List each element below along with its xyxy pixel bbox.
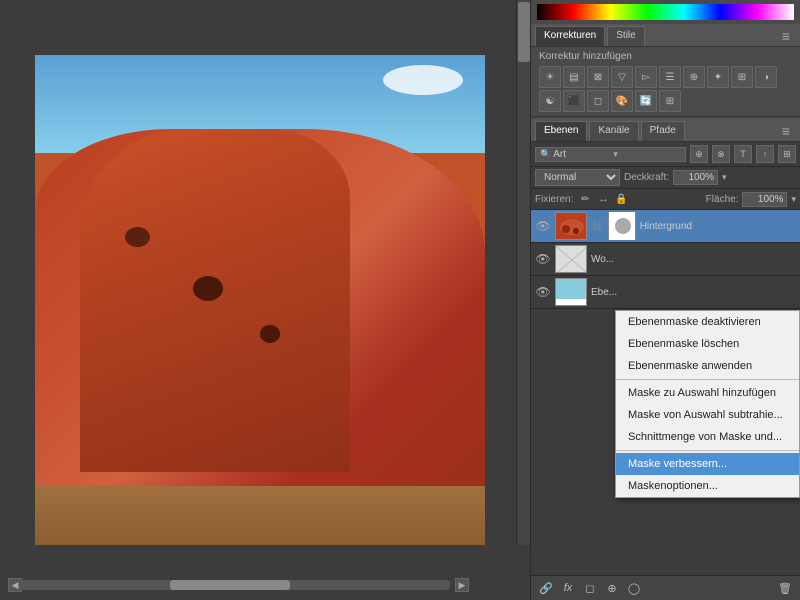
flache-arrow-icon[interactable]: ▾ xyxy=(791,194,796,205)
ctx-apply-mask[interactable]: Ebenenmaske anwenden xyxy=(616,355,799,377)
k-icon-photofilter[interactable]: ⊞ xyxy=(731,66,753,88)
rock-shadow-1 xyxy=(125,227,150,247)
toolbar-group[interactable]: ◯ xyxy=(625,579,643,597)
layer-ctrl-icon-3[interactable]: T xyxy=(734,145,752,163)
rock-detail xyxy=(80,129,350,472)
opacity-label: Deckkraft: xyxy=(624,172,669,183)
right-panel: Korrekturen Stile ≡ Korrektur hinzufügen… xyxy=(530,0,800,600)
layer-ctrl-icon-4[interactable]: ↑ xyxy=(756,145,774,163)
layer-thumb-2 xyxy=(555,245,587,273)
layer-search-box[interactable]: 🔍 ▾ xyxy=(535,147,686,162)
ctx-mask-options[interactable]: Maskenoptionen... xyxy=(616,475,799,497)
ctx-deactivate-mask[interactable]: Ebenenmaske deaktivieren xyxy=(616,311,799,333)
fix-icons: ✏ ↔ 🔒 xyxy=(577,191,629,207)
canvas-image xyxy=(35,55,485,545)
ctx-improve-mask[interactable]: Maske verbessern... xyxy=(616,453,799,475)
tab-pfade[interactable]: Pfade xyxy=(641,121,685,141)
tab-ebenen[interactable]: Ebenen xyxy=(535,121,587,141)
canvas-scrollbar[interactable] xyxy=(20,580,450,590)
flache-label: Fläche: xyxy=(706,194,739,205)
opacity-input[interactable] xyxy=(673,170,718,185)
layer-item-3[interactable]: 👁 Ebe... xyxy=(531,276,800,309)
ctx-delete-mask[interactable]: Ebenenmaske löschen xyxy=(616,333,799,355)
k-icon-posterize[interactable]: ◻ xyxy=(587,90,609,112)
k-icon-gradientmap[interactable]: 🔄 xyxy=(635,90,657,112)
toolbar-delete[interactable]: 🗑 xyxy=(776,579,794,597)
fix-icon-lock[interactable]: 🔒 xyxy=(613,191,629,207)
layer-mask-thumb-1[interactable] xyxy=(608,212,636,240)
layer-visibility-3[interactable]: 👁 xyxy=(535,284,551,300)
fix-label: Fixieren: xyxy=(535,194,573,205)
layer-thumb-3 xyxy=(555,278,587,306)
k-icon-invert[interactable]: ⬛ xyxy=(563,90,585,112)
k-icon-selectivecolor[interactable]: ⊞ xyxy=(659,90,681,112)
layer-item-2[interactable]: 👁 Wo... xyxy=(531,243,800,276)
ctx-subtract-selection[interactable]: Maske von Auswahl subtrahie... xyxy=(616,404,799,426)
fix-icon-pen[interactable]: ✏ xyxy=(577,191,593,207)
layer-panel-menu[interactable]: ≡ xyxy=(776,121,796,141)
layer-controls: 🔍 ▾ ⊕ ⊗ T ↑ ⊞ xyxy=(531,142,800,167)
k-icon-levels[interactable]: ▤ xyxy=(563,66,585,88)
search-icon: 🔍 xyxy=(540,149,551,160)
context-menu: Ebenenmaske deaktivieren Ebenenmaske lös… xyxy=(615,310,800,498)
fix-row: Fixieren: ✏ ↔ 🔒 Fläche: ▾ xyxy=(531,189,800,210)
dropdown-icon[interactable]: ▾ xyxy=(613,149,618,160)
toolbar-link[interactable]: 🔗 xyxy=(537,579,555,597)
layer-visibility-2[interactable]: 👁 xyxy=(535,251,551,267)
canvas-vscroll-thumb[interactable] xyxy=(518,2,530,62)
k-icon-curves[interactable]: ⊠ xyxy=(587,66,609,88)
tab-kanale[interactable]: Kanäle xyxy=(589,121,638,141)
top-tabs: Korrekturen Stile ≡ xyxy=(531,24,800,47)
layer-type-filter[interactable] xyxy=(553,149,613,160)
rock-shadow-2 xyxy=(193,276,223,301)
ctx-sep-2 xyxy=(616,450,799,451)
layer-chain-1: ⛓ xyxy=(591,221,604,232)
ground-layer xyxy=(35,486,485,545)
canvas-area: ◀ ▶ xyxy=(0,0,520,600)
panel-menu-button[interactable]: ≡ xyxy=(776,26,796,46)
k-icon-exposure[interactable]: ▽ xyxy=(611,66,633,88)
blend-row: Normal Multiplizieren Negativ Multiplizi… xyxy=(531,167,800,189)
layer-thumb-1 xyxy=(555,212,587,240)
canvas-scroll-right[interactable]: ▶ xyxy=(455,578,469,592)
k-icon-vibrance[interactable]: ▻ xyxy=(635,66,657,88)
gradient-bar xyxy=(537,4,794,20)
ctx-sep-1 xyxy=(616,379,799,380)
k-icon-hue[interactable]: ☰ xyxy=(659,66,681,88)
korrektur-section: Korrektur hinzufügen ☀ ▤ ⊠ ▽ ▻ ☰ ⊕ ✦ ⊞ ◑… xyxy=(531,47,800,117)
cloud xyxy=(383,65,463,95)
tab-stile[interactable]: Stile xyxy=(607,26,644,46)
canvas-vertical-scrollbar[interactable] xyxy=(516,0,530,545)
k-icon-brightness[interactable]: ☀ xyxy=(539,66,561,88)
fix-icon-move[interactable]: ↔ xyxy=(595,191,611,207)
toolbar-fx[interactable]: fx xyxy=(559,579,577,597)
layer-toolbar: 🔗 fx ◻ ⊕ ◯ 🗑 xyxy=(531,575,800,600)
layer-ctrl-icon-5[interactable]: ⊞ xyxy=(778,145,796,163)
layer-name-2: Wo... xyxy=(591,254,796,265)
k-icon-colorbalance[interactable]: ⊕ xyxy=(683,66,705,88)
layer-name-3: Ebe... xyxy=(591,287,796,298)
layer-visibility-1[interactable]: 👁 xyxy=(535,218,551,234)
layer-name-1: Hintergrund xyxy=(640,221,796,232)
k-icon-blackwhite[interactable]: ✦ xyxy=(707,66,729,88)
k-icon-colorlookup[interactable]: ☯ xyxy=(539,90,561,112)
rock-shadow-3 xyxy=(260,325,280,343)
tab-korrekturen[interactable]: Korrekturen xyxy=(535,26,605,46)
canvas-scrollbar-thumb[interactable] xyxy=(170,580,290,590)
opacity-arrow-icon[interactable]: ▾ xyxy=(722,172,727,183)
korrektur-icons: ☀ ▤ ⊠ ▽ ▻ ☰ ⊕ ✦ ⊞ ◑ ☯ ⬛ ◻ 🎨 🔄 ⊞ xyxy=(539,66,792,112)
layer-ctrl-icon-1[interactable]: ⊕ xyxy=(690,145,708,163)
layer-item-hintergrund[interactable]: 👁 ⛓ Hintergrund xyxy=(531,210,800,243)
k-icon-channelmixer[interactable]: ◑ xyxy=(755,66,777,88)
toolbar-mask[interactable]: ◻ xyxy=(581,579,599,597)
layer-tabs: Ebenen Kanäle Pfade ≡ xyxy=(531,119,800,142)
k-icon-threshold[interactable]: 🎨 xyxy=(611,90,633,112)
blend-mode-select[interactable]: Normal Multiplizieren Negativ Multiplizi… xyxy=(535,169,620,186)
korrektur-heading: Korrektur hinzufügen xyxy=(539,51,792,62)
layer-ctrl-icon-2[interactable]: ⊗ xyxy=(712,145,730,163)
toolbar-adjustment[interactable]: ⊕ xyxy=(603,579,621,597)
ctx-intersect-selection[interactable]: Schnittmenge von Maske und... xyxy=(616,426,799,448)
ctx-add-to-selection[interactable]: Maske zu Auswahl hinzufügen xyxy=(616,382,799,404)
flache-input[interactable] xyxy=(742,192,787,207)
